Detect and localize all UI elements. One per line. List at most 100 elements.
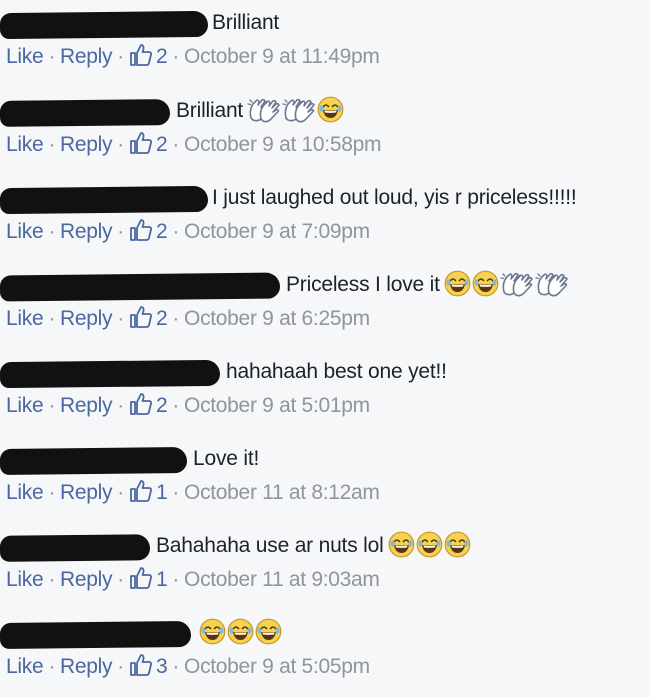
reply-link[interactable]: Reply	[60, 307, 113, 330]
redacted-author-name	[0, 10, 209, 40]
redacted-author-name	[0, 534, 151, 562]
comment-text: Brilliant	[176, 99, 244, 122]
like-count[interactable]: 2	[129, 306, 168, 330]
like-count-number: 2	[155, 220, 168, 243]
comment-text: Bahahaha use ar nuts lol	[156, 534, 384, 557]
comment-item: I just laughed out loud, yis r priceless…	[0, 175, 650, 262]
comment-meta: Like · Reply · 1 · October 11 at 8:12am	[6, 478, 380, 508]
comment-text-line: Bahahaha use ar nuts lol	[156, 531, 471, 567]
comment-meta: Like · Reply · 2 · October 9 at 11:49pm	[6, 42, 380, 72]
like-link[interactable]: Like	[6, 307, 44, 330]
comment-timestamp[interactable]: October 9 at 10:58pm	[184, 133, 381, 156]
thumbs-up-icon	[129, 43, 153, 76]
thumbs-up-icon	[129, 218, 153, 251]
comment-body: Priceless I love it	[0, 270, 650, 302]
separator-dot: ·	[48, 394, 56, 417]
separator-dot: ·	[172, 481, 180, 504]
laughing-emoji-icon	[388, 531, 415, 567]
separator-dot: ·	[48, 481, 56, 504]
redacted-author-name	[0, 621, 192, 649]
clapping-hands-emoji-icon	[247, 96, 281, 132]
reply-link[interactable]: Reply	[60, 45, 113, 68]
like-count-number: 2	[155, 307, 168, 330]
like-link[interactable]: Like	[6, 133, 44, 156]
separator-dot: ·	[172, 307, 180, 330]
separator-dot: ·	[117, 220, 124, 243]
separator-dot: ·	[117, 394, 124, 417]
comment-timestamp[interactable]: October 11 at 9:03am	[184, 568, 380, 591]
comment-text-line: Priceless I love it	[286, 270, 569, 306]
separator-dot: ·	[48, 45, 56, 68]
reply-link[interactable]: Reply	[60, 394, 113, 417]
like-count[interactable]: 2	[129, 132, 168, 156]
clapping-hands-emoji-icon	[282, 96, 316, 132]
clapping-hands-emoji-icon	[535, 270, 569, 306]
separator-dot: ·	[48, 655, 56, 678]
like-count[interactable]: 1	[129, 480, 168, 504]
comment-text: Brilliant	[212, 11, 280, 34]
comment-meta: Like · Reply · 2 · October 9 at 5:01pm	[6, 391, 370, 421]
comment-meta: Like · Reply · 3 · October 9 at 5:05pm	[6, 652, 370, 682]
comment-body: Bahahaha use ar nuts lol	[0, 531, 650, 562]
reply-link[interactable]: Reply	[60, 568, 113, 591]
like-link[interactable]: Like	[6, 655, 44, 678]
like-count[interactable]: 2	[129, 44, 168, 68]
comment-timestamp[interactable]: October 9 at 11:49pm	[184, 45, 380, 68]
like-count[interactable]: 2	[129, 393, 168, 417]
like-link[interactable]: Like	[6, 45, 44, 68]
comment-item: Brilliant Like · Reply · 2 · October 9 at 11:49…	[0, 0, 650, 87]
thumbs-up-icon	[129, 305, 153, 338]
reply-link[interactable]: Reply	[60, 481, 113, 504]
comment-text-line	[198, 618, 282, 654]
comment-text-line: Brilliant	[176, 96, 344, 132]
comment-body: hahahaah best one yet!!	[0, 357, 650, 389]
comment-text: Priceless I love it	[286, 273, 440, 296]
comment-meta: Like · Reply · 2 · October 9 at 6:25pm	[6, 304, 370, 334]
comment-timestamp[interactable]: October 11 at 8:12am	[184, 481, 380, 504]
comment-body: I just laughed out loud, yis r priceless…	[0, 183, 650, 215]
comment-timestamp[interactable]: October 9 at 6:25pm	[184, 307, 370, 330]
like-link[interactable]: Like	[6, 394, 44, 417]
separator-dot: ·	[172, 568, 180, 591]
like-count-number: 3	[155, 655, 168, 678]
comment-body	[0, 618, 650, 649]
comment-text-line: I just laughed out loud, yis r priceless…	[212, 183, 577, 213]
redacted-author-name	[0, 359, 221, 389]
redacted-author-name	[0, 272, 281, 302]
separator-dot: ·	[172, 133, 180, 156]
comment-text-line: Brilliant	[212, 8, 279, 38]
separator-dot: ·	[48, 133, 56, 156]
reply-link[interactable]: Reply	[60, 220, 113, 243]
like-count[interactable]: 3	[129, 654, 168, 678]
comment-text: Love it!	[193, 447, 260, 470]
separator-dot: ·	[48, 220, 56, 243]
like-link[interactable]: Like	[6, 481, 44, 504]
like-count[interactable]: 1	[129, 567, 168, 591]
reply-link[interactable]: Reply	[60, 655, 113, 678]
laughing-emoji-icon	[416, 531, 443, 567]
comment-item: Love it! Like · Reply · 1 · October 11 at 8:12a…	[0, 436, 650, 523]
laughing-emoji-icon	[199, 618, 226, 654]
comment-item: hahahaah best one yet!! Like · Reply · 2 · Octo…	[0, 349, 650, 436]
separator-dot: ·	[172, 655, 180, 678]
reply-link[interactable]: Reply	[60, 133, 113, 156]
separator-dot: ·	[117, 568, 124, 591]
comment-timestamp[interactable]: October 9 at 7:09pm	[184, 220, 370, 243]
comment-text: I just laughed out loud, yis r priceless…	[212, 186, 577, 209]
like-link[interactable]: Like	[6, 568, 44, 591]
laughing-emoji-icon	[444, 531, 471, 567]
like-link[interactable]: Like	[6, 220, 44, 243]
thumbs-up-icon	[129, 566, 153, 599]
like-count-number: 2	[155, 45, 168, 68]
thumbs-up-icon	[129, 653, 153, 686]
comment-body: Brilliant	[0, 8, 650, 40]
separator-dot: ·	[48, 568, 56, 591]
comment-timestamp[interactable]: October 9 at 5:05pm	[184, 655, 370, 678]
comment-item: Priceless I love it Like · Reply · 2 · October …	[0, 262, 650, 349]
comment-item: Like · Reply · 3 · October 9 at 5:05pm	[0, 610, 650, 697]
like-count[interactable]: 2	[129, 219, 168, 243]
separator-dot: ·	[117, 481, 124, 504]
comment-body: Love it!	[0, 444, 650, 475]
separator-dot: ·	[117, 133, 124, 156]
comment-timestamp[interactable]: October 9 at 5:01pm	[184, 394, 370, 417]
